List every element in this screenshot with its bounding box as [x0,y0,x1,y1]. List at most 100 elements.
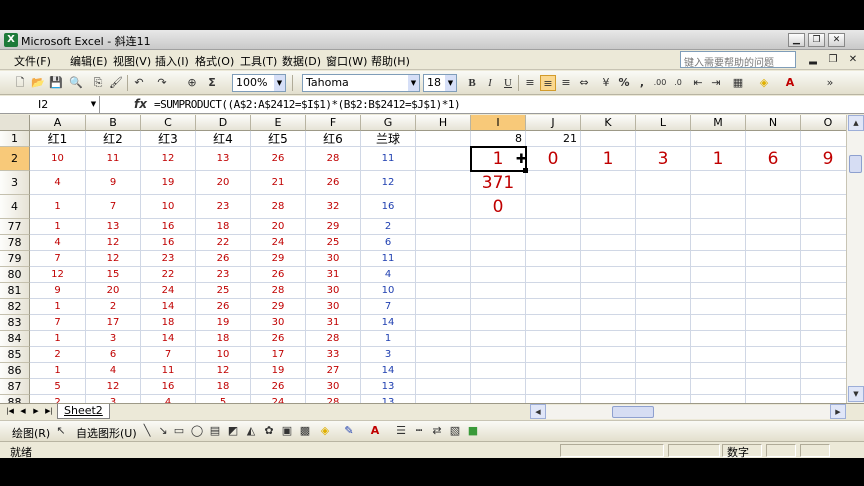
cell-d84[interactable]: 18 [196,331,251,347]
cell-j2[interactable]: 0 [526,147,581,171]
cell-c77[interactable]: 16 [141,219,196,235]
bold-button[interactable]: B [464,75,480,91]
cell-d4[interactable]: 23 [196,195,251,219]
cell-a82[interactable]: 1 [30,299,86,315]
cell-a87[interactable]: 5 [30,379,86,395]
cell-f1[interactable]: 红6 [306,131,361,147]
cell-g81[interactable]: 10 [361,283,416,299]
cell-g87[interactable]: 13 [361,379,416,395]
cell-h79[interactable] [416,251,471,267]
doc-close-icon[interactable]: ✕ [846,53,860,66]
cell-j88[interactable] [526,395,581,403]
italic-button[interactable]: I [482,75,498,91]
copy-icon[interactable]: ⎘ [90,75,106,91]
cell-o84[interactable] [801,331,846,347]
vertical-scrollbar[interactable]: ▲ ▼ [846,115,864,403]
row-header-86[interactable]: 86 [0,363,30,379]
menu-view[interactable]: 视图(V) [113,53,151,69]
cell-f77[interactable]: 29 [306,219,361,235]
cell-e3[interactable]: 21 [251,171,306,195]
scroll-left-icon[interactable]: ◀ [530,404,546,419]
cell-c4[interactable]: 10 [141,195,196,219]
cell-l78[interactable] [636,235,691,251]
cell-k88[interactable] [581,395,636,403]
cell-o2[interactable]: 9 [801,147,846,171]
cell-a84[interactable]: 1 [30,331,86,347]
cell-n4[interactable] [746,195,801,219]
cell-g86[interactable]: 14 [361,363,416,379]
cell-g85[interactable]: 3 [361,347,416,363]
scroll-right-icon[interactable]: ▶ [830,404,846,419]
cell-j87[interactable] [526,379,581,395]
cell-k77[interactable] [581,219,636,235]
scroll-up-icon[interactable]: ▲ [848,115,864,131]
cell-b84[interactable]: 3 [86,331,141,347]
menu-help[interactable]: 帮助(H) [371,53,410,69]
cell-l86[interactable] [636,363,691,379]
cell-c82[interactable]: 14 [141,299,196,315]
cell-d2[interactable]: 13 [196,147,251,171]
cell-j1[interactable]: 21 [526,131,581,147]
cell-a81[interactable]: 9 [30,283,86,299]
cell-f4[interactable]: 32 [306,195,361,219]
cell-f3[interactable]: 26 [306,171,361,195]
row-header-81[interactable]: 81 [0,283,30,299]
rectangle-icon[interactable]: ▭ [172,424,186,438]
column-header-d[interactable]: D [196,115,251,131]
cell-c80[interactable]: 22 [141,267,196,283]
cell-b2[interactable]: 11 [86,147,141,171]
cell-o4[interactable] [801,195,846,219]
cell-h84[interactable] [416,331,471,347]
font-name-select[interactable]: Tahoma ▼ [302,74,420,92]
sheet-tab[interactable]: Sheet2 [57,404,110,419]
doc-restore-icon[interactable]: ❐ [826,53,840,66]
underline-button[interactable]: U [500,75,516,91]
cell-h1[interactable] [416,131,471,147]
cell-o78[interactable] [801,235,846,251]
cell-f78[interactable]: 25 [306,235,361,251]
cell-o87[interactable] [801,379,846,395]
cell-j86[interactable] [526,363,581,379]
cell-a83[interactable]: 7 [30,315,86,331]
cell-m81[interactable] [691,283,746,299]
undo-icon[interactable]: ↶ [131,75,147,91]
row-header-3[interactable]: 3 [0,171,30,195]
menu-format[interactable]: 格式(O) [195,53,234,69]
cell-o82[interactable] [801,299,846,315]
cell-e87[interactable]: 26 [251,379,306,395]
cell-e83[interactable]: 30 [251,315,306,331]
cell-e79[interactable]: 29 [251,251,306,267]
cell-l4[interactable] [636,195,691,219]
decrease-decimal-icon[interactable]: .0 [670,75,686,91]
cell-d88[interactable]: 5 [196,395,251,403]
cell-i77[interactable] [471,219,526,235]
cell-j84[interactable] [526,331,581,347]
column-header-o[interactable]: O [801,115,846,131]
chevron-down-icon[interactable]: ▼ [408,75,419,91]
cell-i85[interactable] [471,347,526,363]
cell-e82[interactable]: 29 [251,299,306,315]
cell-h3[interactable] [416,171,471,195]
cell-b1[interactable]: 红2 [86,131,141,147]
column-header-a[interactable]: A [30,115,86,131]
fill-handle[interactable] [523,168,528,173]
cell-k82[interactable] [581,299,636,315]
oval-icon[interactable]: ◯ [190,424,204,438]
cell-d86[interactable]: 12 [196,363,251,379]
zoom-select[interactable]: 100% ▼ [232,74,286,92]
print-preview-icon[interactable]: 🔍 [68,75,84,91]
cell-c3[interactable]: 19 [141,171,196,195]
toolbar-options-icon[interactable]: » [822,75,838,91]
select-objects-icon[interactable]: ↖ [54,424,68,438]
cell-i87[interactable] [471,379,526,395]
column-header-h[interactable]: H [416,115,471,131]
cell-e4[interactable]: 28 [251,195,306,219]
merge-center-icon[interactable]: ⇔ [576,75,592,91]
cell-f85[interactable]: 33 [306,347,361,363]
cell-g3[interactable]: 12 [361,171,416,195]
cell-l88[interactable] [636,395,691,403]
fill-color-icon[interactable]: ◈ [318,424,332,438]
cell-l80[interactable] [636,267,691,283]
open-icon[interactable]: 📂 [30,75,46,91]
column-header-m[interactable]: M [691,115,746,131]
